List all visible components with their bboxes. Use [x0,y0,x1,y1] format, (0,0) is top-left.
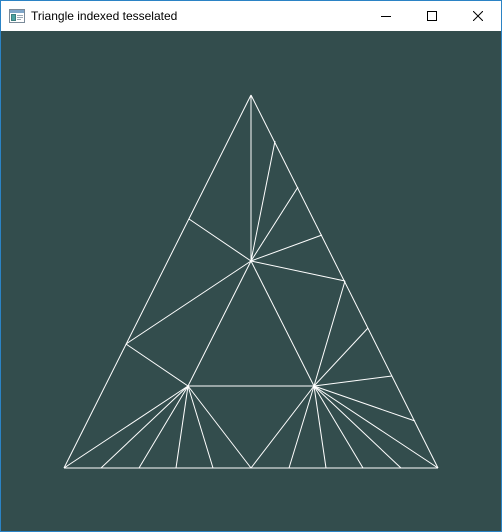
minimize-button[interactable] [363,1,409,31]
mesh-edge [125,260,252,345]
mesh-edge [250,234,323,262]
mesh-edge [187,260,252,387]
maximize-button[interactable] [409,1,455,31]
mesh-edge [175,385,189,469]
mesh-edge [313,385,327,469]
app-window: Triangle indexed tesselated [0,0,502,532]
render-viewport[interactable] [1,31,501,531]
mesh-edge [250,260,346,282]
mesh-edge [63,94,252,469]
close-button[interactable] [455,1,501,31]
mesh-edge [313,385,402,469]
mesh-edge [313,280,346,387]
app-window-icon [9,9,25,23]
mesh-edge [288,385,315,469]
mesh-edge [313,385,439,469]
mesh-edge [63,385,189,469]
close-icon [473,11,483,21]
mesh-edge [188,218,252,262]
mesh-edge [250,385,315,469]
mesh-edge [187,385,214,469]
tessellated-triangle-wireframe [63,94,439,469]
mesh-edge [313,385,364,469]
mesh-edge [313,375,393,387]
minimize-icon [381,11,391,21]
mesh-edge [187,385,252,469]
window-title: Triangle indexed tesselated [31,9,178,23]
mesh-edge [125,343,189,387]
mesh-edge [138,385,189,469]
title-bar[interactable]: Triangle indexed tesselated [1,1,501,31]
mesh-edge [250,260,315,387]
mesh-edge [100,385,189,469]
maximize-icon [427,11,437,21]
